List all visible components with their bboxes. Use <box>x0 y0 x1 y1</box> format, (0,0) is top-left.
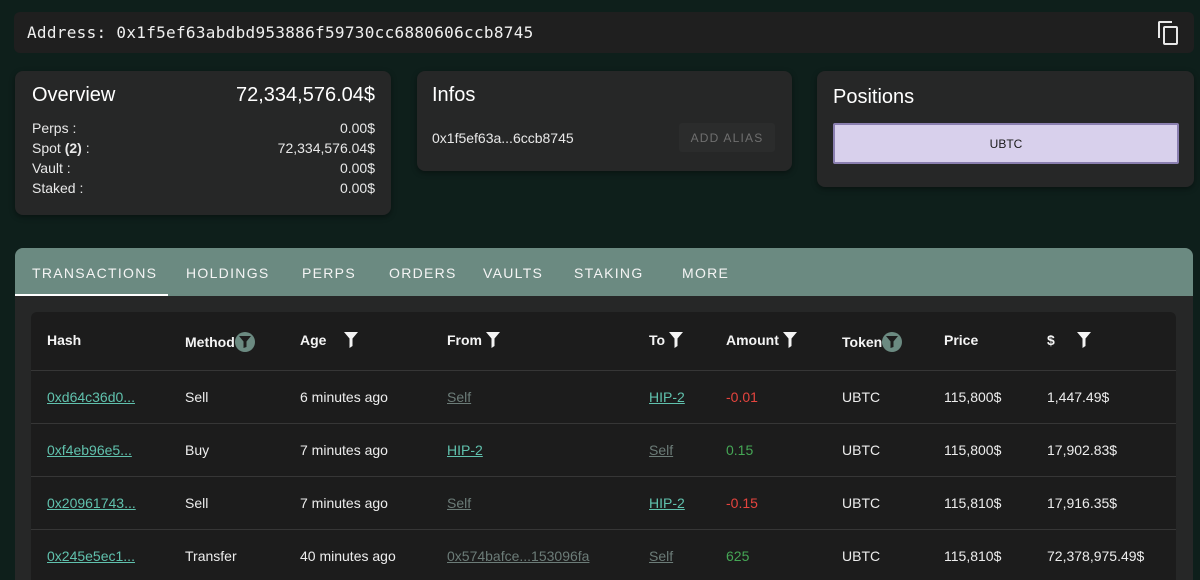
tx-to-link[interactable]: HIP-2 <box>649 495 685 511</box>
tab-more[interactable]: MORE <box>682 265 729 281</box>
tabs-panel: TRANSACTIONS HOLDINGS PERPS ORDERS VAULT… <box>15 248 1193 580</box>
filter-icon[interactable] <box>669 332 684 348</box>
positions-title: Positions <box>833 86 915 108</box>
table-row: 0xd64c36d0... Sell 6 minutes ago Self HI… <box>31 370 1176 423</box>
overview-label: Vault : <box>32 160 71 176</box>
tx-price: 115,810$ <box>944 548 1002 564</box>
overview-value: 0.00$ <box>339 160 375 176</box>
overview-value: 0.00$ <box>339 120 375 136</box>
tx-method: Sell <box>185 389 209 405</box>
tab-vaults[interactable]: VAULTS <box>483 265 543 281</box>
infos-address: 0x1f5ef63a...6ccb8745 <box>432 129 574 146</box>
overview-row-perps: Perps : 0.00$ <box>32 118 375 138</box>
tx-token: UBTC <box>842 495 881 511</box>
overview-card: Overview 72,334,576.04$ Perps : 0.00$ Sp… <box>15 71 391 215</box>
header-amount: Amount <box>726 332 797 348</box>
overview-value: 72,334,576.04$ <box>277 140 375 156</box>
active-tab-indicator <box>15 294 168 296</box>
tx-price: 115,810$ <box>944 495 1002 511</box>
tx-amount: -0.15 <box>726 495 758 511</box>
tx-usd: 17,916.35$ <box>1047 495 1118 511</box>
tx-from-link[interactable]: Self <box>447 495 471 511</box>
tab-holdings[interactable]: HOLDINGS <box>186 265 270 281</box>
tx-hash-link[interactable]: 0x245e5ec1... <box>47 548 135 564</box>
overview-row-spot: Spot (2) : 72,334,576.04$ <box>32 138 375 158</box>
tx-to-link[interactable]: Self <box>649 548 673 564</box>
tx-amount: 0.15 <box>726 442 754 458</box>
header-to: To <box>649 332 684 348</box>
tx-from-link[interactable]: HIP-2 <box>447 442 483 458</box>
address-text: Address: 0x1f5ef63abdbd953886f59730cc688… <box>27 23 534 42</box>
tx-age: 7 minutes ago <box>300 495 388 511</box>
tx-hash-link[interactable]: 0xf4eb96e5... <box>47 442 132 458</box>
overview-label: Staked : <box>32 180 84 196</box>
position-chip-ubtc[interactable]: UBTC <box>833 123 1179 164</box>
tx-price: 115,800$ <box>944 442 1002 458</box>
overview-title: Overview <box>32 84 116 106</box>
overview-label: Spot (2) : <box>32 140 90 156</box>
header-token: Token <box>842 332 903 352</box>
tx-method: Sell <box>185 495 209 511</box>
tx-age: 40 minutes ago <box>300 548 396 564</box>
header-method: Method <box>185 332 255 352</box>
filter-icon[interactable] <box>486 332 500 348</box>
header-usd: $ <box>1047 332 1091 348</box>
filter-icon[interactable] <box>882 332 903 352</box>
copy-icon[interactable] <box>1158 20 1180 45</box>
positions-card: Positions UBTC <box>817 71 1194 187</box>
overview-row-vault: Vault : 0.00$ <box>32 158 375 178</box>
overview-label: Perps : <box>32 120 77 136</box>
tx-token: UBTC <box>842 442 881 458</box>
tx-usd: 1,447.49$ <box>1047 389 1110 405</box>
overview-total: 72,334,576.04$ <box>235 84 375 106</box>
header-price: Price <box>944 332 979 348</box>
tx-price: 115,800$ <box>944 389 1002 405</box>
tx-token: UBTC <box>842 548 881 564</box>
filter-icon[interactable] <box>234 332 255 352</box>
add-alias-button[interactable]: ADD ALIAS <box>679 123 775 152</box>
tx-usd: 17,902.83$ <box>1047 442 1118 458</box>
infos-title: Infos <box>432 84 476 106</box>
table-row: 0x245e5ec1... Transfer 40 minutes ago 0x… <box>31 529 1176 580</box>
tx-token: UBTC <box>842 389 881 405</box>
table-row: 0xf4eb96e5... Buy 7 minutes ago HIP-2 Se… <box>31 423 1176 476</box>
table-row: 0x20961743... Sell 7 minutes ago Self HI… <box>31 476 1176 529</box>
address-bar: Address: 0x1f5ef63abdbd953886f59730cc688… <box>14 12 1194 53</box>
tab-perps[interactable]: PERPS <box>302 265 356 281</box>
header-age: Age <box>300 332 359 348</box>
tx-age: 7 minutes ago <box>300 442 388 458</box>
tx-age: 6 minutes ago <box>300 389 388 405</box>
tx-hash-link[interactable]: 0xd64c36d0... <box>47 389 135 405</box>
tx-usd: 72,378,975.49$ <box>1047 548 1145 564</box>
tabs-bar: TRANSACTIONS HOLDINGS PERPS ORDERS VAULT… <box>15 248 1193 296</box>
tab-staking[interactable]: STAKING <box>574 265 644 281</box>
tx-to-link[interactable]: HIP-2 <box>649 389 685 405</box>
header-hash: Hash <box>47 332 82 348</box>
header-from: From <box>447 332 500 348</box>
tx-method: Transfer <box>185 548 237 564</box>
tx-from-link[interactable]: 0x574bafce...153096fa <box>447 548 589 564</box>
tab-orders[interactable]: ORDERS <box>389 265 457 281</box>
tx-amount: 625 <box>726 548 750 564</box>
overview-value: 0.00$ <box>339 180 375 196</box>
transactions-table: Hash Method Age From To Amount Token Pri… <box>31 312 1176 580</box>
tx-method: Buy <box>185 442 210 458</box>
table-header: Hash Method Age From To Amount Token Pri… <box>31 312 1176 370</box>
tx-hash-link[interactable]: 0x20961743... <box>47 495 136 511</box>
tx-to-link[interactable]: Self <box>649 442 673 458</box>
tx-from-link[interactable]: Self <box>447 389 471 405</box>
filter-icon[interactable] <box>1076 332 1091 348</box>
filter-icon[interactable] <box>782 332 797 348</box>
filter-icon[interactable] <box>344 332 359 348</box>
tab-transactions[interactable]: TRANSACTIONS <box>32 265 157 281</box>
tx-amount: -0.01 <box>726 389 758 405</box>
infos-card: Infos 0x1f5ef63a...6ccb8745 ADD ALIAS <box>417 71 792 171</box>
overview-row-staked: Staked : 0.00$ <box>32 178 375 198</box>
